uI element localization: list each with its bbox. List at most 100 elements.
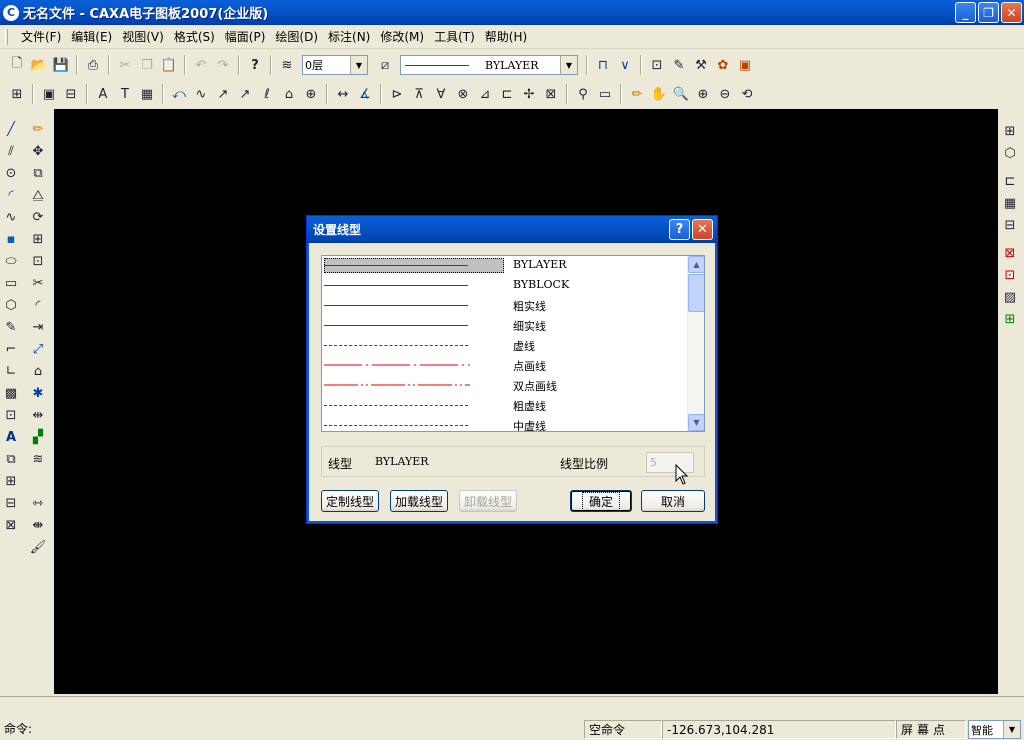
fill-region-icon[interactable]: ⊡ (0, 404, 22, 426)
table-icon[interactable]: ▦ (136, 83, 158, 105)
angle-dimension-icon[interactable]: ∡ (354, 83, 376, 105)
ellipse-icon[interactable]: ⬭ (0, 250, 22, 272)
rotate-icon[interactable]: ⟳ (27, 206, 49, 228)
command-history-area[interactable] (0, 696, 1024, 718)
custom-linetype-button[interactable]: 定制线型 (321, 490, 379, 512)
redo-icon[interactable]: ↷ (212, 54, 234, 76)
menu-modify[interactable]: 修改(M) (375, 27, 429, 47)
command-prompt[interactable]: 命令: (0, 720, 584, 739)
parts-table-icon[interactable]: ▦ (999, 192, 1021, 214)
linetype-row[interactable]: BYLAYER (322, 256, 688, 276)
snap-mode-select[interactable]: 智能 ▼ (968, 720, 1021, 739)
fillet-icon[interactable]: ◜ (27, 294, 49, 316)
brush-icon[interactable]: 🖌 (27, 536, 49, 558)
linetype-row[interactable]: 粗虚线 (322, 396, 688, 416)
save-icon[interactable]: 💾 (50, 54, 72, 76)
fill-icon[interactable]: ⚒ (690, 54, 712, 76)
leader-icon[interactable]: ⊿ (474, 83, 496, 105)
linetype-row[interactable]: 虚线 (322, 336, 688, 356)
frame-icon[interactable]: ▣ (38, 83, 60, 105)
menu-edit[interactable]: 编辑(E) (66, 27, 117, 47)
parallel-line-icon[interactable]: ⫽ (0, 140, 22, 162)
move-icon[interactable]: ✥ (27, 140, 49, 162)
scroll-down-icon[interactable]: ▼ (688, 414, 704, 431)
copy-icon[interactable]: ❐ (136, 54, 158, 76)
rectangle-icon[interactable]: ▭ (0, 272, 22, 294)
balloon-icon[interactable]: ⌂ (278, 83, 300, 105)
stretch-icon[interactable]: ⌂ (27, 360, 49, 382)
help-icon[interactable]: ? (244, 54, 266, 76)
zoom-icon[interactable]: ⊖ (714, 83, 736, 105)
section-icon[interactable]: ⊏ (496, 83, 518, 105)
linetype-row[interactable]: 细实线 (322, 316, 688, 336)
menu-draw[interactable]: 绘图(D) (270, 27, 323, 47)
view-icon[interactable]: ⊠ (540, 83, 562, 105)
break-icon[interactable]: ⤢ (27, 338, 49, 360)
title-block-icon[interactable]: ⊟ (60, 83, 82, 105)
query-icon[interactable]: ⊡ (646, 54, 668, 76)
explode-icon[interactable]: ✱ (27, 382, 49, 404)
library-icon[interactable]: ⊞ (0, 470, 22, 492)
pencil-icon[interactable]: ✏ (626, 83, 648, 105)
scale-icon[interactable]: ⊡ (27, 250, 49, 272)
library-manage-icon[interactable]: ⊠ (0, 514, 22, 536)
line-icon[interactable]: ╱ (0, 118, 22, 140)
equidistant-icon[interactable]: ∟ (0, 360, 22, 382)
copy-object-icon[interactable]: ⧉ (27, 162, 49, 184)
polyline-icon[interactable]: ✎ (0, 316, 22, 338)
part-number-icon[interactable]: ⊏ (999, 170, 1021, 192)
open-folder-icon[interactable]: 📂 (28, 54, 50, 76)
load-linetype-button[interactable]: 加载线型 (390, 490, 448, 512)
layer-icon[interactable]: ≋ (276, 54, 298, 76)
dialog-help-button[interactable]: ? (669, 219, 690, 240)
menu-sheet[interactable]: 幅面(P) (220, 27, 271, 47)
zoom-window-icon[interactable]: 🔍 (670, 83, 692, 105)
scroll-thumb[interactable] (688, 274, 704, 312)
centerline-icon[interactable]: ⌐ (0, 338, 22, 360)
cancel-button[interactable]: 取消 (641, 490, 705, 512)
dimension-icon[interactable]: ↔ (332, 83, 354, 105)
parts-export-icon[interactable]: ⊞ (999, 308, 1021, 330)
unload-linetype-button[interactable]: 卸载线型 (459, 490, 517, 512)
mirror-icon[interactable]: ⧋ (27, 184, 49, 206)
text-insert-icon[interactable]: T (114, 83, 136, 105)
trim-icon[interactable]: ✂ (27, 272, 49, 294)
curve-icon[interactable]: ⤺ (168, 83, 190, 105)
print-icon[interactable]: ⎙ (82, 54, 104, 76)
image-icon[interactable]: ▣ (734, 54, 756, 76)
linetype-list[interactable]: BYLAYER BYBLOCK 粗实线 细实线 虚线 点画线 双点画线 粗虚线 … (321, 255, 705, 432)
arc-icon[interactable]: ◜ (0, 184, 22, 206)
erase-icon[interactable]: ✏ (27, 118, 49, 140)
dim-edit-icon[interactable]: ⇿ (27, 492, 49, 514)
point-icon[interactable]: ▪ (0, 228, 22, 250)
menu-tools[interactable]: 工具(T) (429, 27, 480, 47)
zoom-prev-icon[interactable]: ⟲ (736, 83, 758, 105)
ok-button[interactable]: 确定 (570, 490, 632, 512)
layer-select[interactable]: 0层 ▼ (302, 55, 368, 75)
dialog-close-button[interactable]: ✕ (692, 219, 713, 240)
parts-section-icon[interactable]: ▨ (999, 286, 1021, 308)
menubar-grip[interactable] (5, 29, 8, 45)
find-icon[interactable]: ⚲ (572, 83, 594, 105)
pan-icon[interactable]: ✋ (648, 83, 670, 105)
dim-break-icon[interactable]: ⇼ (27, 514, 49, 536)
cut-icon[interactable]: ✂ (114, 54, 136, 76)
weld-icon[interactable]: ⊗ (452, 83, 474, 105)
align-icon[interactable]: ⇹ (27, 404, 49, 426)
menu-file[interactable]: 文件(F) (16, 27, 66, 47)
linetype-scrollbar[interactable]: ▲ ▼ (687, 256, 704, 431)
wave-icon[interactable]: ∿ (190, 83, 212, 105)
caxa-logo-icon[interactable]: C (3, 4, 19, 21)
parts-list-icon[interactable]: ⊞ (999, 120, 1021, 142)
ucs-icon[interactable]: ✢ (518, 83, 540, 105)
measure-icon[interactable]: ▭ (594, 83, 616, 105)
parts-3d-icon[interactable]: ⬡ (999, 142, 1021, 164)
restore-button[interactable]: ❐ (978, 2, 999, 23)
menu-dimension[interactable]: 标注(N) (323, 27, 375, 47)
datum-icon[interactable]: ⊼ (408, 83, 430, 105)
linetype-row[interactable]: 粗实线 (322, 296, 688, 316)
pen-tool-icon[interactable]: ✎ (668, 54, 690, 76)
polygon-icon[interactable]: ⬡ (0, 294, 22, 316)
color-icon[interactable]: ✿ (712, 54, 734, 76)
linetype-row[interactable]: BYBLOCK (322, 276, 688, 296)
